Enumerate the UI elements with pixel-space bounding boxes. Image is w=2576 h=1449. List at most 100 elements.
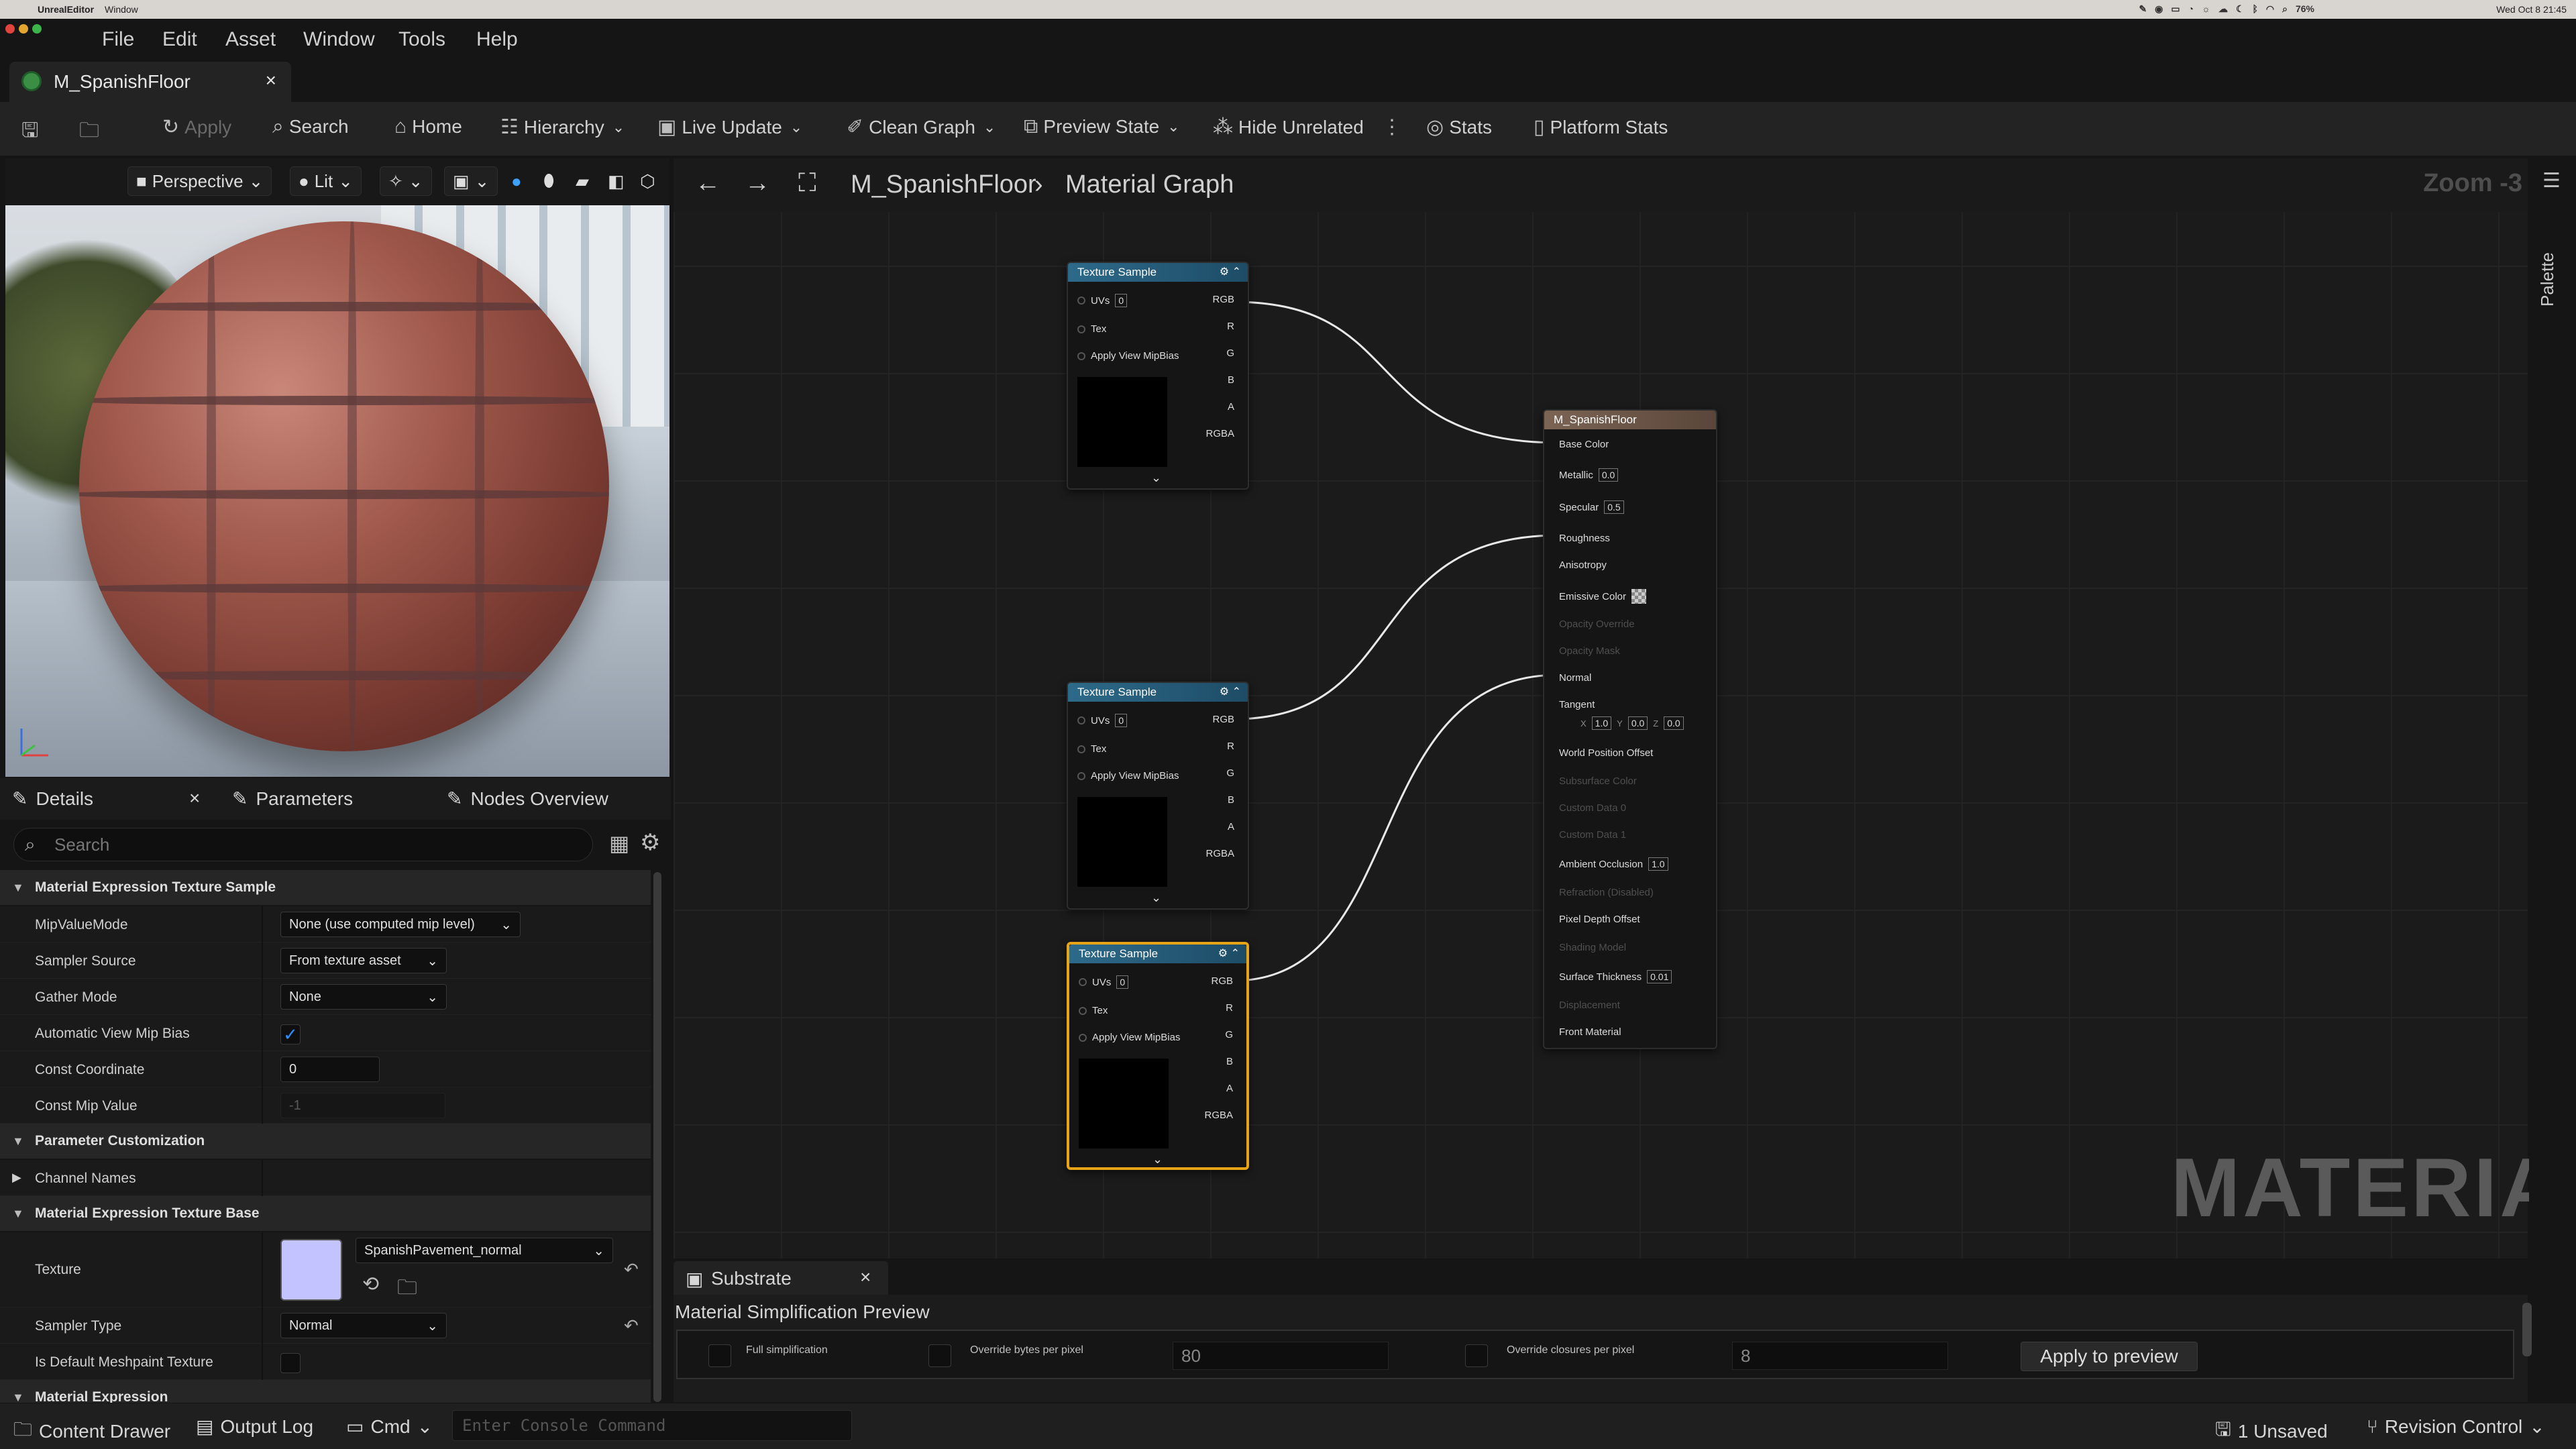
platform-stats-button[interactable]: ▯ Platform Stats — [1534, 115, 1668, 139]
const-mip-value-input[interactable]: -1 — [280, 1093, 445, 1118]
input-pin[interactable]: Tex — [1077, 323, 1106, 335]
output-pin-b[interactable]: B — [1228, 374, 1240, 386]
cmd-dropdown[interactable]: ▭ Cmd ⌄ — [346, 1415, 433, 1438]
palette-menu-icon[interactable]: ☰ — [2542, 169, 2561, 193]
section-parameter-customization[interactable]: ▼ Parameter Customization — [0, 1124, 651, 1159]
pin-surface-thickness[interactable]: Surface Thickness 0.01 — [1554, 970, 1672, 983]
lit-dropdown[interactable]: ● Lit ⌄ — [290, 166, 362, 196]
menu-tools[interactable]: Tools — [398, 28, 445, 51]
menu-help[interactable]: Help — [476, 28, 518, 51]
back-arrow-icon[interactable]: ← — [695, 169, 720, 198]
texture-asset-dropdown[interactable]: SpanishPavement_normal ⌄ — [356, 1238, 613, 1263]
use-selected-asset-icon[interactable]: ⟲ — [362, 1273, 379, 1296]
mac-app-name[interactable]: UnrealEditor — [38, 4, 94, 15]
apply-to-preview-button[interactable]: Apply to preview — [2021, 1342, 2198, 1371]
search-button[interactable]: ⌕ Search — [272, 115, 349, 138]
minimize-window-dot[interactable] — [19, 24, 28, 34]
override-bytes-input[interactable]: 80 — [1173, 1342, 1389, 1370]
hide-unrelated-button[interactable]: ⁂ Hide Unrelated — [1213, 115, 1364, 139]
menu-asset[interactable]: Asset — [225, 28, 276, 51]
color-swatch[interactable] — [1631, 589, 1647, 604]
input-pin[interactable]: Tex — [1079, 1005, 1108, 1016]
texture-sample-node-roughness[interactable]: Texture Sample ⚙ ⌃ UVs 0 Tex Apply View MipBi… — [1067, 682, 1249, 910]
tab-details[interactable]: ✎ Details — [12, 788, 93, 810]
table-view-icon[interactable]: ▦ — [609, 830, 629, 856]
home-button[interactable]: ⌂ Home — [394, 115, 462, 138]
pin-ambient-occlusion[interactable]: Ambient Occlusion 1.0 — [1554, 857, 1668, 871]
gather-mode-dropdown[interactable]: None ⌄ — [280, 984, 447, 1010]
details-scrollbar[interactable] — [653, 872, 661, 1402]
stats-button[interactable]: ◎ Stats — [1426, 115, 1492, 139]
output-pin-b[interactable]: B — [1226, 1056, 1238, 1067]
input-pin[interactable]: Tex — [1077, 743, 1106, 755]
reset-to-default-icon[interactable]: ↶ — [624, 1259, 639, 1280]
is-default-meshpaint-checkbox[interactable] — [280, 1353, 301, 1373]
settings-gear-icon[interactable]: ⚙ — [640, 829, 660, 856]
close-tab-icon[interactable]: × — [266, 70, 276, 91]
forward-arrow-icon[interactable]: → — [745, 169, 770, 198]
full-simplification-checkbox[interactable] — [708, 1344, 731, 1367]
preview-cylinder-icon[interactable]: ⬮ — [535, 166, 562, 196]
brightness-icon[interactable]: ☼ — [2202, 3, 2210, 15]
details-search-input[interactable]: ⌕ Search — [13, 828, 593, 861]
asset-tab[interactable]: M_SpanishFloor × — [9, 62, 291, 102]
breadcrumb-asset[interactable]: M_SpanishFloor — [851, 170, 1036, 199]
sampler-source-dropdown[interactable]: From texture asset ⌄ — [280, 948, 447, 973]
content-drawer-button[interactable]: 🗀 Content Drawer — [13, 1415, 170, 1448]
hierarchy-dropdown[interactable]: ☷ Hierarchy ⌄ — [500, 115, 625, 139]
view-options-dropdown[interactable]: ▣ ⌄ — [444, 166, 498, 196]
zoom-window-dot[interactable] — [32, 24, 42, 34]
pin-metallic[interactable]: Metallic 0.0 — [1554, 468, 1619, 482]
output-pin-a[interactable]: A — [1228, 401, 1240, 413]
mac-clock[interactable]: Wed Oct 8 21:45 — [2496, 4, 2567, 15]
input-pin[interactable]: Apply View MipBias — [1077, 350, 1179, 362]
section-material-expression[interactable]: ▼ Material Expression — [0, 1380, 651, 1403]
menu-file[interactable]: File — [102, 28, 134, 51]
output-log-button[interactable]: ▤ Output Log — [196, 1415, 313, 1438]
preview-mesh-icon[interactable]: ⬡ — [632, 166, 663, 196]
material-preview-viewport[interactable] — [5, 205, 669, 777]
pin-front-material[interactable]: Front Material — [1554, 1026, 1621, 1038]
output-pin-rgb[interactable]: RGB — [1212, 294, 1240, 305]
texture-thumbnail[interactable] — [280, 1239, 342, 1301]
pin-emissive-color[interactable]: Emissive Color — [1554, 589, 1647, 604]
pin-normal[interactable]: Normal — [1554, 672, 1591, 684]
tab-substrate[interactable]: ▣ Substrate × — [674, 1261, 888, 1295]
display-icon[interactable]: ▭ — [2171, 3, 2180, 15]
output-pin-a[interactable]: A — [1228, 821, 1240, 833]
output-pin-r[interactable]: R — [1226, 1002, 1238, 1014]
breadcrumb-graph[interactable]: Material Graph — [1065, 170, 1234, 199]
input-pin[interactable]: UVs 0 — [1079, 975, 1129, 989]
override-closures-checkbox[interactable] — [1465, 1344, 1488, 1367]
input-pin[interactable]: Apply View MipBias — [1079, 1032, 1180, 1043]
tab-parameters[interactable]: ✎ Parameters — [232, 788, 353, 810]
override-bytes-checkbox[interactable] — [928, 1344, 951, 1367]
preview-state-dropdown[interactable]: ⧉ Preview State ⌄ — [1024, 115, 1180, 138]
expand-node-icon[interactable]: ⌄ — [1151, 891, 1161, 905]
output-pin-b[interactable]: B — [1228, 794, 1240, 806]
show-flags-dropdown[interactable]: ✧ ⌄ — [380, 166, 432, 196]
preview-cube-icon[interactable]: ◧ — [600, 166, 633, 196]
moon-icon[interactable]: ☾ — [2236, 3, 2245, 15]
pin-pixel-depth-offset[interactable]: Pixel Depth Offset — [1554, 914, 1640, 925]
wifi-icon[interactable]: ◠ — [2266, 3, 2274, 15]
output-pin-r[interactable]: R — [1227, 741, 1240, 752]
node-options-icon[interactable]: ⚙ ⌃ — [1218, 945, 1240, 963]
texture-sample-node-basecolor[interactable]: Texture Sample ⚙ ⌃ UVs 0 Tex Apply View MipBi… — [1067, 262, 1249, 490]
unsaved-button[interactable]: 🖫 1 Unsaved — [2215, 1415, 2328, 1448]
spotlight-icon[interactable]: ⌕ — [2282, 3, 2288, 15]
pin-anisotropy[interactable]: Anisotropy — [1554, 559, 1607, 571]
save-icon[interactable]: 🖫 — [21, 115, 39, 150]
pin-tangent[interactable]: Tangent — [1554, 699, 1595, 710]
close-details-tab-icon[interactable]: × — [189, 788, 200, 809]
node-options-icon[interactable]: ⚙ ⌃ — [1220, 683, 1241, 702]
output-pin-rgba[interactable]: RGBA — [1205, 428, 1240, 439]
pin-base-color[interactable]: Base Color — [1554, 439, 1609, 450]
console-input[interactable]: Enter Console Command — [452, 1410, 852, 1441]
section-texture-sample[interactable]: ▼ Material Expression Texture Sample — [0, 870, 651, 905]
menu-window[interactable]: Window — [303, 28, 375, 51]
clean-graph-dropdown[interactable]: ✐ Clean Graph ⌄ — [847, 115, 996, 139]
close-window-dot[interactable] — [5, 24, 15, 34]
output-pin-a[interactable]: A — [1226, 1083, 1238, 1094]
revision-control-dropdown[interactable]: ⑂ Revision Control ⌄ — [2367, 1415, 2545, 1438]
